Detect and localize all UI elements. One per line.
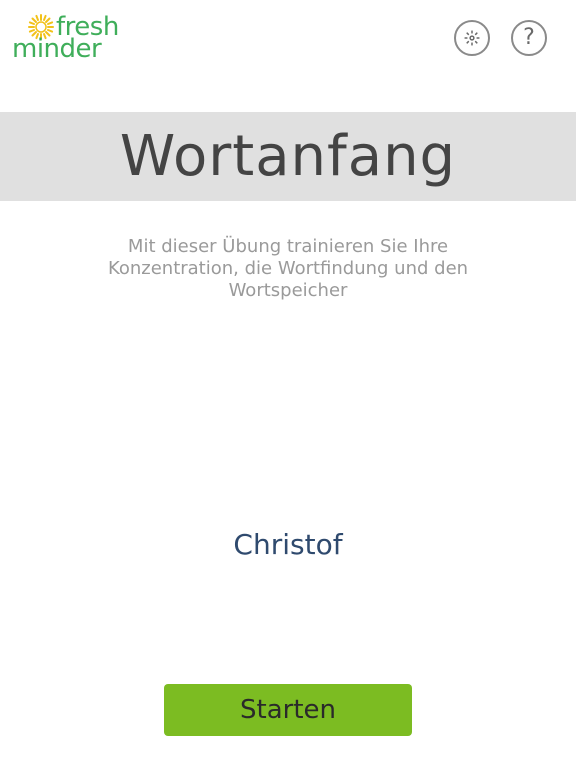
help-button[interactable]: ? xyxy=(511,20,547,56)
title-banner: Wortanfang xyxy=(0,112,576,201)
logo-text-minder: minder xyxy=(12,34,102,64)
gear-icon xyxy=(464,30,480,46)
settings-button[interactable] xyxy=(454,20,490,56)
freshminder-logo: fresh minder xyxy=(12,12,132,62)
exercise-intro-screen: fresh minder ? Wortanfang Mit dieser Übu… xyxy=(0,0,576,768)
page-title: Wortanfang xyxy=(119,124,457,189)
user-name: Christof xyxy=(233,528,343,561)
question-mark-icon: ? xyxy=(523,25,535,50)
start-button[interactable]: Starten xyxy=(164,684,412,736)
exercise-description: Mit dieser Übung trainieren Sie Ihre Kon… xyxy=(107,236,469,301)
